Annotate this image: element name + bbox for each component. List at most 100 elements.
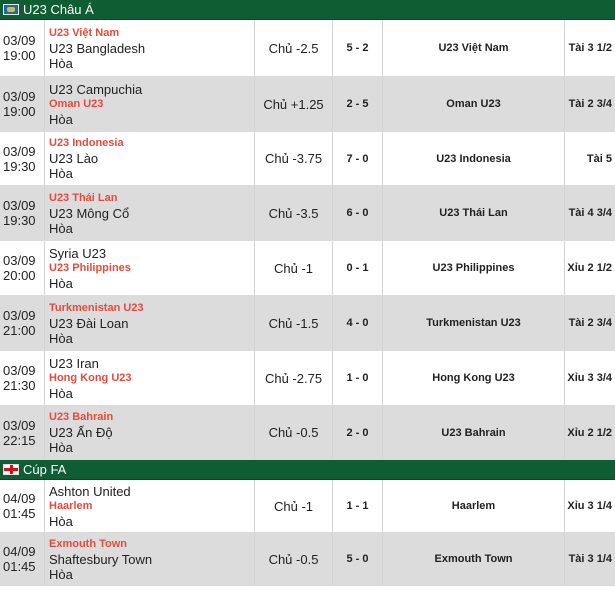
favorite-team-name[interactable]: U23 Việt Nam [49, 26, 119, 41]
match-row[interactable]: 03/09 20:00 Syria U23 U23 Philippines Hòa Chủ… [0, 241, 615, 296]
match-time: 03/09 19:00 [0, 20, 45, 76]
match-teams: U23 Việt Nam U23 Bangladesh Hòa [45, 20, 255, 76]
match-hour: 20:00 [3, 268, 36, 283]
draw-label: Hòa [49, 166, 73, 181]
match-hour: 01:45 [3, 559, 36, 574]
match-teams: U23 Iran Hong Kong U23 Hòa [45, 351, 255, 405]
favorite-team-name[interactable]: U23 Thái Lan [49, 191, 117, 206]
match-teams: Syria U23 U23 Philippines Hòa [45, 241, 255, 295]
match-teams: U23 Bahrain U23 Ấn Độ Hòa [45, 406, 255, 459]
match-time: 04/09 01:45 [0, 533, 45, 585]
handicap-odds: Chủ -1 [255, 480, 333, 532]
handicap-winner: U23 Bahrain [383, 406, 565, 459]
match-row[interactable]: 04/09 01:45 Ashton United Haarlem Hòa Chủ -1 1… [0, 480, 615, 533]
handicap-winner: U23 Philippines [383, 241, 565, 295]
team-name[interactable]: U23 Lào [49, 151, 98, 166]
match-row[interactable]: 03/09 19:00 U23 Campuchia Oman U23 Hòa Chủ +1… [0, 77, 615, 132]
england-flag-icon [3, 464, 19, 475]
favorite-team-name[interactable]: U23 Indonesia [49, 136, 124, 151]
match-score: 2 - 5 [333, 77, 383, 131]
handicap-winner: U23 Indonesia [383, 132, 565, 185]
match-teams: U23 Campuchia Oman U23 Hòa [45, 77, 255, 131]
match-score: 5 - 0 [333, 533, 383, 585]
match-date: 03/09 [3, 33, 36, 48]
match-hour: 19:30 [3, 213, 36, 228]
over-under-result: Tài 3 1/4 [568, 553, 612, 565]
over-under-result: Xỉu 3 3/4 [567, 372, 612, 384]
match-date: 03/09 [3, 89, 36, 104]
handicap-odds: Chủ -2.75 [255, 351, 333, 405]
match-row[interactable]: 03/09 21:30 U23 Iran Hong Kong U23 Hòa Chủ -2… [0, 351, 615, 406]
match-hour: 21:00 [3, 323, 36, 338]
match-row[interactable]: 03/09 19:00 U23 Việt Nam U23 Bangladesh Hòa C… [0, 20, 615, 77]
over-under-result: Tài 2 3/4 [568, 317, 612, 329]
favorite-team-name[interactable]: Haarlem [49, 499, 92, 514]
handicap-winner: U23 Thái Lan [383, 186, 565, 240]
team-name[interactable]: U23 Ấn Độ [49, 425, 113, 440]
favorite-team-name[interactable]: Oman U23 [49, 97, 103, 112]
team-name[interactable]: U23 Iran [49, 356, 99, 371]
match-teams: Ashton United Haarlem Hòa [45, 480, 255, 532]
match-time: 03/09 22:15 [0, 406, 45, 459]
match-date: 03/09 [3, 198, 36, 213]
draw-label: Hòa [49, 385, 73, 401]
match-row[interactable]: 03/09 19:30 U23 Indonesia U23 Lào Hòa Chủ -3.… [0, 132, 615, 186]
match-time: 03/09 19:30 [0, 132, 45, 185]
handicap-winner: Turkmenistan U23 [383, 296, 565, 350]
draw-label: Hòa [49, 330, 73, 346]
match-teams: Exmouth Town Shaftesbury Town Hòa [45, 533, 255, 585]
team-name[interactable]: U23 Mông Cổ [49, 206, 129, 221]
favorite-team-name[interactable]: Exmouth Town [49, 537, 127, 552]
match-score: 6 - 0 [333, 186, 383, 240]
match-date: 03/09 [3, 253, 36, 268]
match-time: 03/09 21:30 [0, 351, 45, 405]
match-time: 03/09 19:00 [0, 77, 45, 131]
handicap-winner: Hong Kong U23 [383, 351, 565, 405]
team-name[interactable]: Shaftesbury Town [49, 552, 152, 567]
team-name[interactable]: U23 Đài Loan [49, 316, 129, 331]
match-score: 1 - 1 [333, 480, 383, 532]
match-date: 03/09 [3, 417, 36, 433]
match-date: 04/09 [3, 491, 36, 506]
match-hour: 21:30 [3, 378, 36, 393]
league-header[interactable]: Cúp FA [0, 460, 615, 480]
match-date: 03/09 [3, 363, 36, 378]
favorite-team-name[interactable]: Turkmenistan U23 [49, 301, 144, 316]
match-date: 03/09 [3, 308, 36, 323]
draw-label: Hòa [49, 275, 73, 291]
match-list: U23 Châu Á 03/09 19:00 U23 Việt Nam U23 Bang… [0, 0, 615, 586]
match-score: 1 - 0 [333, 351, 383, 405]
match-row[interactable]: 04/09 01:45 Exmouth Town Shaftesbury Town Hò… [0, 533, 615, 586]
draw-label: Hòa [49, 513, 73, 529]
league-header[interactable]: U23 Châu Á [0, 0, 615, 20]
match-row[interactable]: 03/09 22:15 U23 Bahrain U23 Ấn Độ Hòa Chủ -0.… [0, 406, 615, 460]
team-name[interactable]: Syria U23 [49, 246, 106, 261]
handicap-odds: Chủ -0.5 [255, 406, 333, 459]
match-score: 0 - 1 [333, 241, 383, 295]
match-time: 03/09 20:00 [0, 241, 45, 295]
asia-flag-icon [3, 4, 19, 15]
draw-label: Hòa [49, 220, 73, 236]
match-score: 4 - 0 [333, 296, 383, 350]
over-under-result: Tài 4 3/4 [568, 207, 612, 219]
team-name[interactable]: Ashton United [49, 484, 131, 499]
over-under-result: Tài 2 3/4 [568, 98, 612, 110]
handicap-odds: Chủ -2.5 [255, 20, 333, 76]
favorite-team-name[interactable]: U23 Philippines [49, 261, 131, 276]
handicap-winner: Oman U23 [383, 77, 565, 131]
favorite-team-name[interactable]: Hong Kong U23 [49, 371, 132, 386]
handicap-winner: U23 Việt Nam [383, 20, 565, 76]
match-date: 03/09 [3, 143, 36, 159]
favorite-team-name[interactable]: U23 Bahrain [49, 410, 113, 425]
handicap-winner: Exmouth Town [383, 533, 565, 585]
league-name: U23 Châu Á [23, 2, 94, 17]
handicap-odds: Chủ -3.5 [255, 186, 333, 240]
over-under-result: Xỉu 2 1/2 [567, 262, 612, 274]
match-row[interactable]: 03/09 19:30 U23 Thái Lan U23 Mông Cổ Hòa Chủ … [0, 186, 615, 241]
handicap-odds: Chủ +1.25 [255, 77, 333, 131]
team-name[interactable]: U23 Campuchia [49, 82, 142, 97]
match-hour: 19:30 [3, 158, 36, 174]
match-row[interactable]: 03/09 21:00 Turkmenistan U23 U23 Đài Loan Hò… [0, 296, 615, 351]
handicap-winner: Haarlem [383, 480, 565, 532]
team-name[interactable]: U23 Bangladesh [49, 41, 145, 56]
